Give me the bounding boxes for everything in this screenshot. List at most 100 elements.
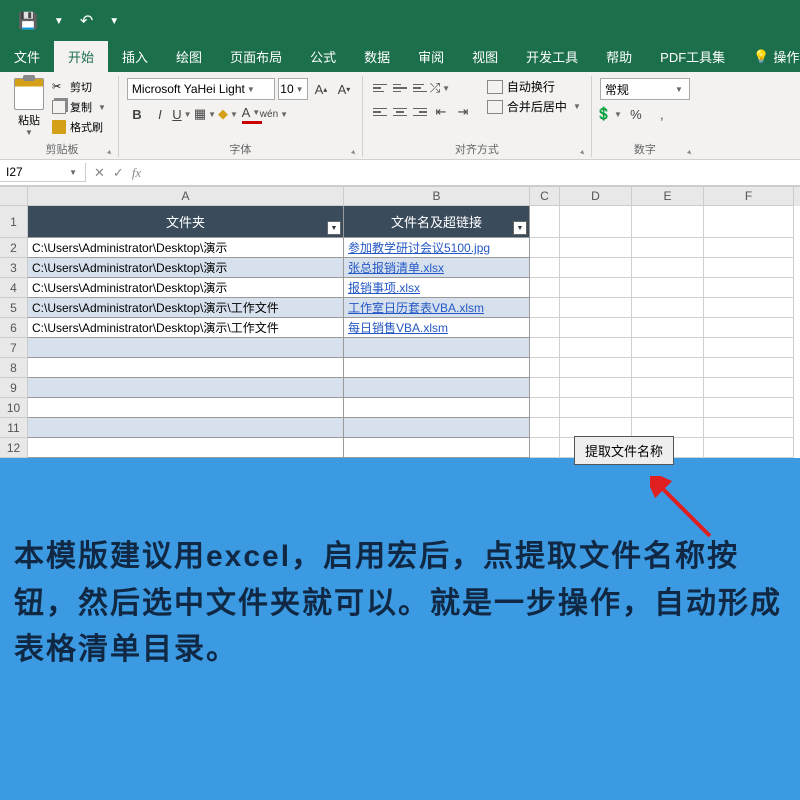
fx-icon[interactable]: fx <box>132 165 141 181</box>
extract-filename-button[interactable]: 提取文件名称 <box>574 436 674 465</box>
cell[interactable] <box>560 258 632 278</box>
save-icon[interactable]: 💾 <box>10 7 46 35</box>
italic-button[interactable]: I <box>150 104 170 124</box>
cell[interactable] <box>632 338 704 358</box>
tab-view[interactable]: 视图 <box>458 41 512 72</box>
cell-filename[interactable]: 每日销售VBA.xlsm <box>344 318 530 338</box>
cell[interactable] <box>560 398 632 418</box>
cell[interactable] <box>530 398 560 418</box>
paste-button[interactable]: 粘贴 ▼ <box>14 78 44 137</box>
currency-button[interactable]: 💲▼ <box>600 104 620 124</box>
cell[interactable] <box>632 418 704 438</box>
tab-data[interactable]: 数据 <box>350 41 404 72</box>
col-header-B[interactable]: B <box>344 187 530 206</box>
select-all-corner[interactable] <box>0 187 28 206</box>
cell-folder[interactable] <box>28 358 344 378</box>
increase-indent-icon[interactable]: ⇥ <box>453 102 473 122</box>
col-header-D[interactable]: D <box>560 187 632 206</box>
cell-folder[interactable] <box>28 338 344 358</box>
percent-button[interactable]: % <box>626 104 646 124</box>
format-painter-button[interactable]: 格式刷 <box>50 118 110 136</box>
cell[interactable] <box>704 358 794 378</box>
row-header[interactable]: 1 <box>0 206 28 238</box>
row-header[interactable]: 11 <box>0 418 28 438</box>
cell-filename[interactable]: 报销事项.xlsx <box>344 278 530 298</box>
tab-insert[interactable]: 插入 <box>108 41 162 72</box>
row-header[interactable]: 4 <box>0 278 28 298</box>
font-size-select[interactable]: 10▼ <box>278 78 308 100</box>
cell[interactable] <box>704 298 794 318</box>
cell-filename[interactable]: 参加教学研讨会议5100.jpg <box>344 238 530 258</box>
cell[interactable] <box>632 206 704 238</box>
align-top-icon[interactable] <box>371 80 389 96</box>
fill-color-button[interactable]: ◆▼ <box>219 104 239 124</box>
cancel-icon[interactable]: ✕ <box>94 165 105 181</box>
merge-center-button[interactable]: 合并后居中▼ <box>487 98 583 115</box>
cell[interactable] <box>704 378 794 398</box>
cell-folder[interactable]: C:\Users\Administrator\Desktop\演示\工作文件 <box>28 318 344 338</box>
tab-tell-me[interactable]: 💡操作说明 <box>739 41 800 72</box>
align-right-icon[interactable] <box>411 104 429 120</box>
border-button[interactable]: ▦▼ <box>196 104 216 124</box>
cell-filename[interactable] <box>344 418 530 438</box>
cell-filename[interactable] <box>344 398 530 418</box>
cell[interactable] <box>560 418 632 438</box>
qat-dropdown-icon[interactable]: ▼ <box>54 16 64 27</box>
cell-folder[interactable] <box>28 378 344 398</box>
file-link[interactable]: 报销事项.xlsx <box>348 279 420 296</box>
cell[interactable] <box>560 358 632 378</box>
font-name-select[interactable]: Microsoft YaHei Light▼ <box>127 78 275 100</box>
cell[interactable] <box>704 238 794 258</box>
cell[interactable] <box>530 338 560 358</box>
file-link[interactable]: 张总报销清单.xlsx <box>348 259 444 276</box>
align-middle-icon[interactable] <box>391 80 409 96</box>
row-header[interactable]: 3 <box>0 258 28 278</box>
cell[interactable] <box>632 258 704 278</box>
cell[interactable] <box>704 338 794 358</box>
bold-button[interactable]: B <box>127 104 147 124</box>
row-header[interactable]: 9 <box>0 378 28 398</box>
cell[interactable] <box>560 338 632 358</box>
decrease-indent-icon[interactable]: ⇤ <box>431 102 451 122</box>
cell[interactable] <box>704 398 794 418</box>
cell[interactable] <box>704 438 794 458</box>
tab-draw[interactable]: 绘图 <box>162 41 216 72</box>
align-center-icon[interactable] <box>391 104 409 120</box>
cell-folder[interactable]: C:\Users\Administrator\Desktop\演示 <box>28 238 344 258</box>
cell-folder[interactable]: C:\Users\Administrator\Desktop\演示 <box>28 278 344 298</box>
col-header-C[interactable]: C <box>530 187 560 206</box>
align-left-icon[interactable] <box>371 104 389 120</box>
cell[interactable] <box>704 258 794 278</box>
row-header[interactable]: 8 <box>0 358 28 378</box>
formula-input[interactable] <box>149 164 800 182</box>
number-format-select[interactable]: 常规▼ <box>600 78 690 100</box>
underline-button[interactable]: U▼ <box>173 104 193 124</box>
cell-filename[interactable]: 张总报销清单.xlsx <box>344 258 530 278</box>
cell[interactable] <box>530 418 560 438</box>
cell[interactable] <box>632 398 704 418</box>
cell[interactable] <box>530 238 560 258</box>
tab-help[interactable]: 帮助 <box>592 41 646 72</box>
file-link[interactable]: 工作室日历套表VBA.xlsm <box>348 299 484 316</box>
cell-filename[interactable] <box>344 378 530 398</box>
cell[interactable] <box>704 278 794 298</box>
cell[interactable] <box>560 298 632 318</box>
cell[interactable] <box>632 238 704 258</box>
table-header-filename[interactable]: 文件名及超链接▼ <box>344 206 530 238</box>
cell[interactable] <box>530 378 560 398</box>
cell-filename[interactable] <box>344 338 530 358</box>
tab-developer[interactable]: 开发工具 <box>512 41 592 72</box>
table-header-folder[interactable]: 文件夹▼ <box>28 206 344 238</box>
file-link[interactable]: 每日销售VBA.xlsm <box>348 319 448 336</box>
file-link[interactable]: 参加教学研讨会议5100.jpg <box>348 239 490 256</box>
cell[interactable] <box>632 358 704 378</box>
cell[interactable] <box>530 206 560 238</box>
cell-filename[interactable] <box>344 438 530 458</box>
cell[interactable] <box>632 378 704 398</box>
cell[interactable] <box>704 206 794 238</box>
orientation-button[interactable]: ⤮▼ <box>431 78 451 98</box>
tab-formulas[interactable]: 公式 <box>296 41 350 72</box>
row-header[interactable]: 12 <box>0 438 28 458</box>
cell-filename[interactable] <box>344 358 530 378</box>
cell-folder[interactable]: C:\Users\Administrator\Desktop\演示 <box>28 258 344 278</box>
